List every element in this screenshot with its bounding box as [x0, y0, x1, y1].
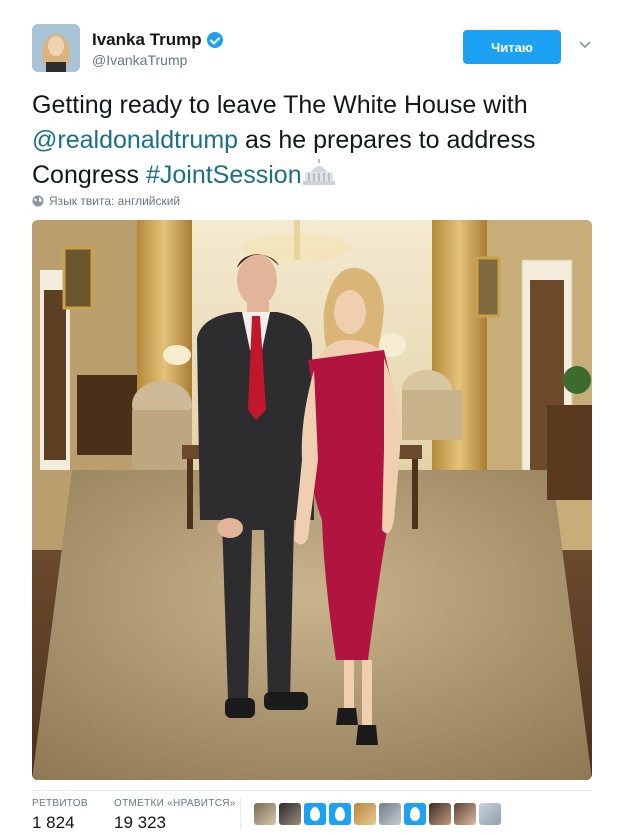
language-note: Язык твита: английский [32, 194, 180, 208]
classical-building-icon [302, 159, 335, 185]
follow-button[interactable]: Читаю [463, 30, 561, 64]
liker-avatar[interactable] [254, 803, 276, 825]
liker-avatar[interactable] [354, 803, 376, 825]
liker-avatar-egg-icon[interactable] [304, 803, 326, 825]
tweet-text: Getting ready to leave The White House w… [32, 88, 592, 193]
globe-icon [32, 195, 44, 207]
liker-avatar-egg-icon[interactable] [329, 803, 351, 825]
tweet-text-start: Getting ready to leave The White House w… [32, 91, 528, 119]
stats-divider [32, 790, 592, 791]
likes-label[interactable]: ОТМЕТКИ «НРАВИТСЯ» [114, 798, 236, 809]
author-name-text[interactable]: Ivanka Trump [92, 30, 202, 50]
language-note-text: Язык твита: английский [49, 194, 181, 208]
author-handle[interactable]: @IvankaTrump [92, 52, 187, 68]
liker-avatar[interactable] [454, 803, 476, 825]
mention-link[interactable]: @realdonaldtrump [32, 126, 238, 154]
retweets-count[interactable]: 1 824 [32, 813, 75, 833]
author-avatar[interactable] [32, 24, 80, 72]
author-name[interactable]: Ivanka Trump [92, 30, 223, 50]
room-photo [32, 220, 592, 780]
hashtag-link[interactable]: #JointSession [146, 161, 302, 189]
liker-avatars [254, 803, 501, 825]
retweets-label[interactable]: РЕТВИТОВ [32, 798, 88, 809]
liker-avatar-egg-icon[interactable] [404, 803, 426, 825]
stats-separator [240, 798, 241, 830]
liker-avatar[interactable] [429, 803, 451, 825]
verified-badge-icon [206, 32, 223, 48]
tweet-photo[interactable] [32, 220, 592, 780]
liker-avatar[interactable] [279, 803, 301, 825]
liker-avatar[interactable] [379, 803, 401, 825]
likes-count[interactable]: 19 323 [114, 813, 166, 833]
chevron-down-icon[interactable] [578, 38, 592, 52]
liker-avatar[interactable] [479, 803, 501, 825]
